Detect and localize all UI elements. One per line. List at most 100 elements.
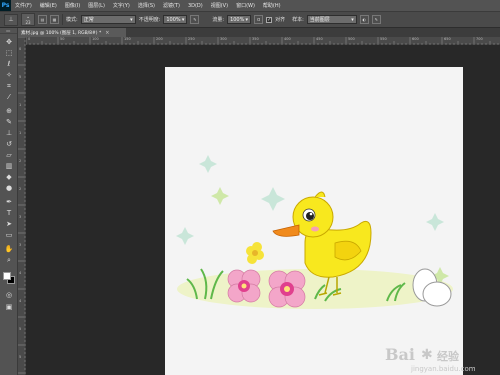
shape-icon[interactable]: ▭ [3, 230, 15, 240]
ruler-label: 700 [476, 37, 483, 41]
marquee-icon[interactable]: ⬚ [3, 48, 15, 58]
flow-value: 100% [230, 16, 245, 23]
ruler-label: 0 [28, 37, 31, 41]
chevron-down-icon: ▾ [351, 16, 354, 23]
ruler-label: 150 [124, 37, 131, 41]
ruler-label: 4 [19, 299, 22, 303]
mode-select[interactable]: 正常 ▾ [80, 15, 136, 24]
document-tab-label: 素材.jpg @ 100% (图层 1, RGB/8#) * [21, 30, 102, 36]
clone-stamp-icon: ⊥ [8, 16, 14, 23]
menu-view[interactable]: 视图(V) [207, 2, 232, 9]
document-tab[interactable]: 素材.jpg @ 100% (图层 1, RGB/8#) * × [18, 28, 126, 37]
pen-pressure-icon: ✎ [374, 17, 378, 22]
separator [62, 14, 63, 25]
airbrush-toggle[interactable]: ᗡ [254, 15, 264, 24]
hand-icon[interactable]: ✋ [3, 244, 15, 254]
panel-grip[interactable]: ▸▸ [0, 28, 17, 34]
align-checkbox[interactable]: ✓ [266, 16, 273, 23]
menu-select[interactable]: 选择(S) [134, 2, 159, 9]
watermark-url: jingyan.baidu.com [411, 365, 476, 373]
tools-panel: ▸▸ ✥ ⬚ ℓ ✧ ⌗ ⁄ ⊕ ✎ ⊥ ↺ ▱ ▥ ◆ ● ✒ T ➤ ▭ ✋… [0, 28, 18, 375]
menu-bar: Ps 文件(F) 编辑(E) 图像(I) 图层(L) 文字(Y) 选择(S) 滤… [0, 0, 500, 11]
opacity-value: 100% [166, 16, 181, 23]
airbrush-icon: ᗡ [257, 17, 261, 22]
brush-size-value: 23 [25, 19, 31, 25]
pen-pressure-icon: ✎ [193, 17, 197, 22]
healing-icon[interactable]: ⊕ [3, 106, 15, 116]
opacity-field[interactable]: 100% ▾ [163, 15, 188, 24]
ruler-label: 50 [60, 37, 65, 41]
ruler-label: 450 [316, 37, 323, 41]
crop-icon[interactable]: ⌗ [3, 81, 15, 91]
eyedropper-icon[interactable]: ⁄ [3, 92, 15, 102]
pressure-opacity-toggle[interactable]: ✎ [190, 15, 200, 24]
ruler-label: 1 [19, 103, 22, 107]
ruler-label: 500 [348, 37, 355, 41]
options-bar: ⊥ • 23 ▤ ▦ 模式: 正常 ▾ 不透明度: 100% ▾ ✎ 流量: 1… [0, 11, 500, 28]
ignore-adjustment-toggle[interactable]: ◐ [359, 15, 369, 24]
dodge-icon[interactable]: ● [3, 183, 15, 193]
pink-flower-right [268, 270, 306, 308]
document-canvas[interactable] [165, 67, 463, 375]
ruler-label: 3 [19, 215, 22, 219]
menu-help[interactable]: 帮助(H) [259, 2, 285, 9]
quick-select-icon[interactable]: ✧ [3, 70, 15, 80]
ruler-label: 2 [19, 159, 22, 163]
menu-filter[interactable]: 滤镜(T) [159, 2, 184, 9]
foreground-color-swatch[interactable] [3, 272, 11, 280]
menu-type[interactable]: 文字(Y) [109, 2, 134, 9]
menu-layer[interactable]: 图层(L) [84, 2, 109, 9]
lasso-icon[interactable]: ℓ [3, 59, 15, 69]
sample-value: 当前图层 [309, 17, 330, 23]
horizontal-ruler[interactable]: 0 50 100 150 200 250 300 350 400 450 500… [26, 37, 500, 45]
flow-label: 流量: [212, 17, 225, 23]
clone-source-icon: ▦ [52, 17, 57, 22]
clone-stamp-tool-preset[interactable]: ⊥ [4, 13, 18, 26]
type-icon[interactable]: T [3, 208, 15, 218]
ruler-label: 350 [252, 37, 259, 41]
ruler-label: 1 [19, 131, 22, 135]
paw-icon: ✱ [421, 347, 433, 363]
artwork-duck-illustration [176, 155, 453, 309]
brush-panel-icon: ▤ [40, 17, 45, 22]
ruler-label: 200 [156, 37, 163, 41]
screen-mode-icon[interactable]: ▣ [3, 302, 15, 312]
move-icon[interactable]: ✥ [3, 37, 15, 47]
chevron-down-icon: ▾ [245, 16, 249, 23]
ruler-label: 4 [19, 271, 22, 275]
eraser-icon[interactable]: ▱ [3, 150, 15, 160]
ruler-label: 300 [220, 37, 227, 41]
pen-icon[interactable]: ✒ [3, 197, 15, 207]
baidu-watermark: Bai ✱ 经验 jingyan.baidu.com [381, 343, 500, 375]
quick-mask-icon[interactable]: ◎ [3, 290, 15, 300]
gradient-icon[interactable]: ▥ [3, 161, 15, 171]
brush-icon[interactable]: ✎ [3, 117, 15, 127]
path-select-icon[interactable]: ➤ [3, 219, 15, 229]
photoshop-logo: Ps [0, 0, 11, 11]
vertical-ruler[interactable]: 0 5 1 1 2 2 3 3 4 4 5 5 [18, 37, 26, 375]
clone-source-toggle[interactable]: ▦ [50, 15, 59, 24]
menu-3d[interactable]: 3D(D) [184, 3, 207, 9]
menu-image[interactable]: 图像(I) [61, 2, 84, 9]
brush-preset-picker[interactable]: • 23 [21, 13, 35, 26]
blur-icon[interactable]: ◆ [3, 172, 15, 182]
ruler-label: 5 [19, 75, 22, 79]
zoom-icon[interactable]: ⌕ [3, 255, 15, 265]
history-brush-icon[interactable]: ↺ [3, 139, 15, 149]
menu-file[interactable]: 文件(F) [11, 2, 36, 9]
chevron-down-icon: ▾ [181, 16, 185, 23]
brush-panel-toggle[interactable]: ▤ [38, 15, 47, 24]
ruler-label: 550 [380, 37, 387, 41]
menu-edit[interactable]: 编辑(E) [36, 2, 61, 9]
yellow-flower [246, 242, 264, 264]
ruler-label: 600 [412, 37, 419, 41]
clone-stamp-icon[interactable]: ⊥ [3, 128, 15, 138]
menu-window[interactable]: 窗口(W) [232, 2, 259, 9]
canvas-workspace[interactable]: Bai ✱ 经验 jingyan.baidu.com [26, 45, 500, 375]
ruler-label: 0 [19, 47, 22, 51]
document-tab-bar: 素材.jpg @ 100% (图层 1, RGB/8#) * × [18, 28, 500, 37]
close-icon[interactable]: × [105, 30, 109, 36]
flow-field[interactable]: 100% ▾ [227, 15, 252, 24]
pressure-size-toggle[interactable]: ✎ [371, 15, 381, 24]
sample-select[interactable]: 当前图层 ▾ [306, 15, 357, 24]
